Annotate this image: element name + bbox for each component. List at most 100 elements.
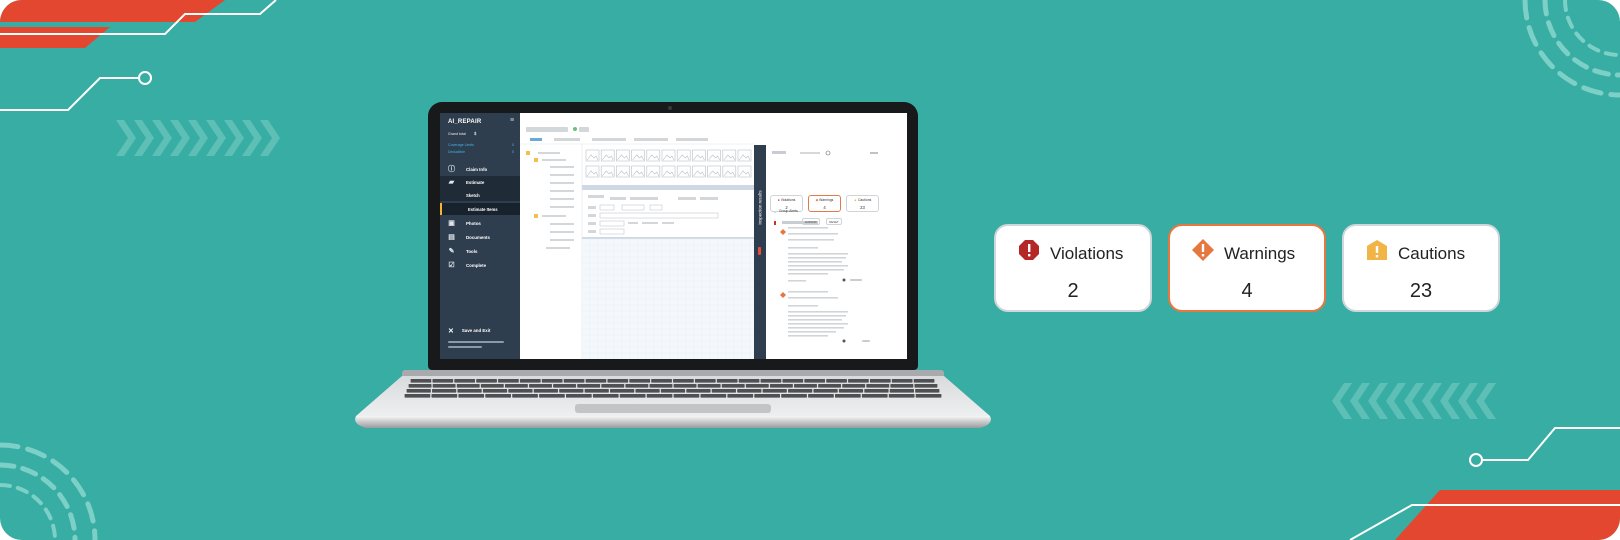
keyboard-key	[512, 394, 538, 398]
warning-icon: ◆	[815, 198, 819, 202]
sidebar-footer-line	[448, 346, 482, 348]
keyboard-key	[607, 379, 629, 383]
nav-label: Documents	[466, 235, 490, 240]
inspection-results-label: Inspection results	[757, 190, 763, 225]
dashed-arcs-top-right	[1522, 0, 1620, 98]
alert-text-line	[788, 319, 842, 321]
inspection-results-tab[interactable]: Inspection results	[754, 145, 766, 359]
app-sidebar: AI_REPAIR ≡ Grand total $ Coverage Limit…	[440, 113, 520, 359]
cautions-count: 23	[1409, 280, 1433, 302]
keyboard-key	[563, 379, 585, 383]
nav-estimate-items[interactable]: Estimate Items	[440, 203, 520, 215]
violation-octagon-icon	[1019, 240, 1039, 260]
keyboard-key	[504, 384, 528, 388]
keyboard-key	[406, 389, 431, 393]
keyboard-key	[673, 384, 697, 388]
mini-card-label: Warnings	[819, 198, 834, 202]
alert-text-line	[788, 257, 846, 259]
keyboard-key	[782, 379, 804, 383]
laptop-camera	[668, 106, 672, 110]
keyboard-key	[694, 379, 716, 383]
nav-label: Photos	[466, 221, 481, 226]
keyboard-key	[480, 384, 504, 388]
nav-documents[interactable]: ▤ Documents	[440, 231, 520, 244]
grand-total-value: $	[474, 131, 477, 136]
keyboard-key	[476, 379, 497, 383]
circuit-line-left	[0, 77, 140, 111]
coverage-limits-link[interactable]: Coverage Limits 0	[448, 143, 514, 147]
nav-estimate[interactable]: ▰ Estimate	[440, 176, 520, 189]
keyboard-key	[835, 394, 861, 398]
keyboard-key	[529, 384, 552, 388]
keyboard-key	[781, 394, 807, 398]
keyboard-key	[913, 379, 935, 383]
nav-label: Complete	[466, 263, 487, 268]
nav-label: Claim Info	[466, 167, 488, 172]
keyboard-key	[915, 394, 942, 398]
alert-text-line	[788, 239, 834, 241]
keyboard-key	[592, 394, 619, 398]
nav-tools[interactable]: ✎ Tools	[440, 245, 520, 258]
keyboard-key	[788, 389, 813, 393]
grand-total-label: Grand total	[448, 132, 466, 136]
chevrons-right-icon	[116, 120, 280, 156]
keyboard-key	[754, 394, 780, 398]
keyboard-key	[818, 384, 842, 388]
nav-label: Estimate Items	[468, 207, 498, 212]
nav-photos[interactable]: ▣ Photos	[440, 217, 520, 230]
car-icon: ▰	[448, 179, 455, 186]
document-icon: ▤	[448, 234, 455, 241]
alert-text-line	[788, 297, 838, 299]
save-and-exit-button[interactable]: ✕ Save and Exit	[448, 327, 490, 335]
keyboard-key	[651, 379, 672, 383]
red-stripe-bottom-right	[1395, 490, 1620, 540]
keyboard-key	[738, 379, 760, 383]
keyboard-key	[432, 389, 457, 393]
nav-label: Tools	[466, 249, 478, 254]
keyboard-key	[431, 394, 458, 398]
warnings-card[interactable]: Warnings 4	[1168, 224, 1326, 312]
chevrons-left-icon	[1332, 383, 1496, 419]
expand-button[interactable]: EXPAND	[802, 218, 820, 225]
keyboard-key	[432, 379, 454, 383]
mini-card-label: Cautions	[857, 198, 872, 202]
nav-complete[interactable]: ☑ Complete	[440, 259, 520, 272]
keyboard-key	[432, 384, 456, 388]
keyboard-key	[533, 389, 558, 393]
inspection-panel: ● Violations 2 ◆ Warnings 4 ▲ Cautions 2…	[766, 145, 907, 359]
nav-label: Sketch	[466, 193, 480, 198]
alert-text-line	[788, 265, 848, 267]
alert-text-line	[788, 269, 844, 271]
keyboard-key	[610, 389, 635, 393]
mini-cautions-card[interactable]: ▲ Cautions 23	[846, 195, 879, 212]
mini-warnings-card[interactable]: ◆ Warnings 4	[808, 195, 841, 212]
deductible-label: Deductible	[448, 150, 465, 154]
sidebar-footer-line	[448, 341, 504, 343]
group-alerts-label[interactable]: Group Alerts	[779, 209, 798, 213]
nav-claim-info[interactable]: ⓘ Claim Info	[440, 163, 520, 176]
keyboard-key	[721, 384, 745, 388]
violations-count: 2	[1067, 280, 1079, 302]
nav-sketch[interactable]: Sketch	[440, 189, 520, 201]
collapse-menu-icon[interactable]: ≡	[510, 117, 514, 124]
red-stripe-top-left	[0, 0, 225, 22]
keyboard-key	[625, 384, 649, 388]
keyboard-key	[915, 389, 940, 393]
caution-icon: ▲	[853, 198, 857, 202]
keyboard-key	[711, 389, 736, 393]
nav-label: Estimate	[466, 180, 485, 185]
reset-button[interactable]: RESET	[826, 218, 842, 225]
alert-text-line	[788, 335, 828, 337]
keyboard-key	[585, 379, 607, 383]
violations-card[interactable]: Violations 2	[994, 224, 1152, 312]
alert-text-line	[788, 227, 828, 229]
deductible-link[interactable]: Deductible 0	[448, 150, 514, 154]
keyboard-key	[700, 394, 727, 398]
keyboard-key	[914, 384, 938, 388]
cautions-label: Cautions	[1398, 244, 1466, 263]
cautions-card[interactable]: Cautions 23	[1342, 224, 1500, 312]
keyboard-key	[804, 379, 826, 383]
coverage-limits-count: 0	[512, 143, 514, 147]
keyboard-key	[498, 379, 519, 383]
keyboard-key	[577, 384, 601, 388]
